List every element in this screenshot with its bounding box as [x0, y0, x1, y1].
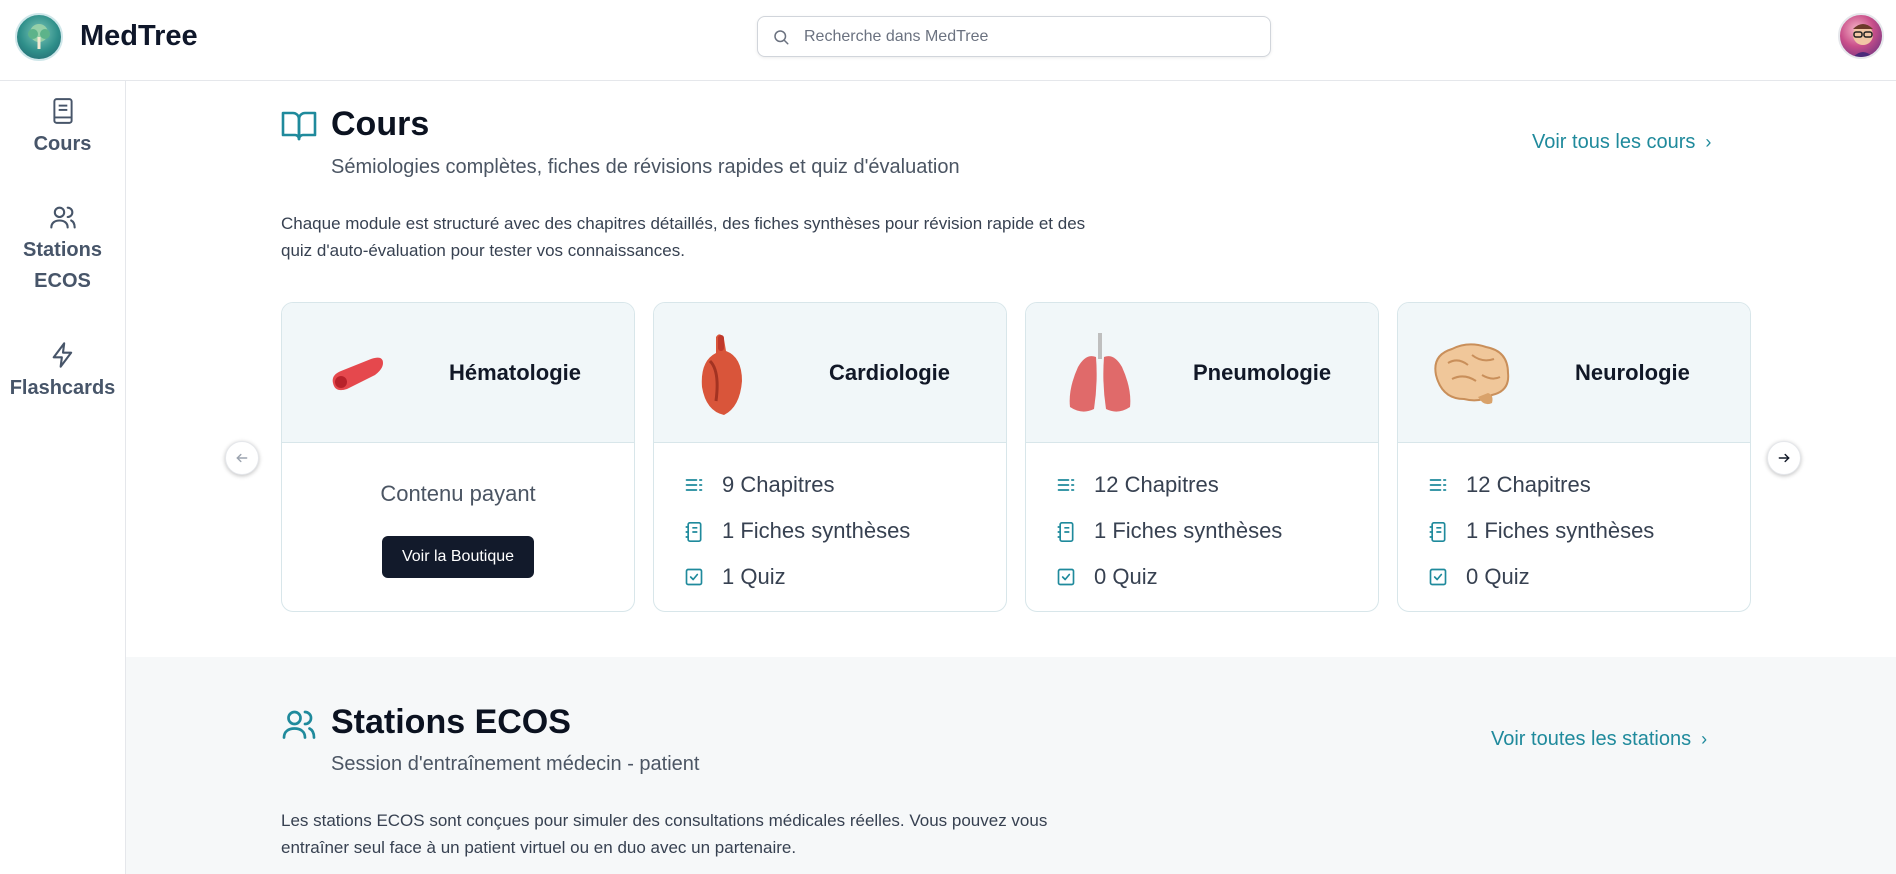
search-icon — [774, 30, 789, 45]
lungs-icon — [1069, 333, 1131, 412]
users-icon — [49, 206, 76, 229]
chapters-count: 9 Chapitres — [722, 472, 835, 497]
sheets-count: 1 Fiches synthèses — [1466, 518, 1655, 543]
arrow-right-icon — [1778, 453, 1790, 463]
course-card-hematologie[interactable]: Hématologie Contenu payant Voir la Bouti… — [281, 302, 635, 612]
sidebar-item-label: Flashcards — [9, 377, 116, 399]
course-card-cardiologie[interactable]: Cardiologie 9 Chapitres 1 Fiches synthès… — [653, 302, 1007, 612]
card-header: Pneumologie — [1026, 303, 1378, 443]
search-input[interactable] — [804, 25, 1254, 49]
chevron-right-icon: › — [1705, 132, 1712, 152]
card-title: Hématologie — [449, 360, 582, 385]
chapters-count: 12 Chapitres — [1466, 472, 1591, 497]
course-card-pneumologie[interactable]: Pneumologie 12 Chapitres 1 Fiches synthè… — [1025, 302, 1379, 612]
chapters-count: 12 Chapitres — [1094, 472, 1219, 497]
checkbox-icon — [1429, 568, 1447, 586]
red-blood-cell-icon — [332, 357, 383, 391]
ecos-subtitle: Session d'entraînement médecin - patient — [331, 753, 700, 775]
sidebar-item-cours[interactable]: Cours — [0, 97, 125, 160]
card-header: Neurologie — [1398, 303, 1750, 443]
cours-description-line: Chaque module est structuré avec des cha… — [281, 214, 1086, 233]
see-all-label: Voir tous les cours — [1532, 131, 1696, 153]
shop-button[interactable]: Voir la Boutique — [382, 536, 534, 578]
sheets-count: 1 Fiches synthèses — [1094, 518, 1283, 543]
user-avatar[interactable] — [1838, 13, 1884, 59]
see-all-label: Voir toutes les stations — [1491, 728, 1692, 750]
sidebar-item-flashcards[interactable]: Flashcards — [0, 341, 125, 404]
card-title: Neurologie — [1575, 360, 1690, 385]
ecos-description: Les stations ECOS sont conçues pour simu… — [281, 807, 1161, 861]
sheets-count: 1 Fiches synthèses — [722, 518, 911, 543]
checkbox-icon — [1057, 568, 1075, 586]
course-card-neurologie[interactable]: Neurologie 12 Chapitres 1 Fiches synthès… — [1397, 302, 1751, 612]
users-icon — [282, 710, 316, 739]
see-all-courses-link[interactable]: Voir tous les cours › — [1532, 131, 1711, 154]
card-title: Pneumologie — [1193, 360, 1332, 385]
sidebar-item-label: Cours — [33, 133, 92, 155]
notebook-icon — [685, 522, 702, 542]
brand-name[interactable]: MedTree — [80, 20, 198, 53]
ecos-title: Stations ECOS — [331, 703, 571, 741]
tree-logo-icon[interactable] — [15, 13, 63, 61]
sidebar: Cours Stations ECOS Flashcards — [0, 81, 126, 874]
list-icon — [1429, 479, 1447, 491]
list-icon — [1057, 479, 1075, 491]
see-all-stations-link[interactable]: Voir toutes les stations › — [1491, 728, 1707, 751]
card-title: Cardiologie — [829, 360, 951, 385]
search-bar[interactable] — [757, 16, 1271, 57]
sidebar-item-stations-ecos[interactable]: Stations ECOS — [0, 203, 125, 297]
arrow-left-icon — [236, 453, 248, 463]
notebook-icon — [1057, 522, 1074, 542]
quiz-count: 0 Quiz — [1466, 564, 1530, 589]
checkbox-icon — [685, 568, 703, 586]
card-header: Cardiologie — [654, 303, 1006, 443]
cours-description-line: quiz d'auto-évaluation pour tester vos c… — [281, 241, 685, 260]
open-book-icon — [281, 111, 317, 141]
paid-content-label: Contenu payant — [380, 481, 536, 506]
carousel-prev-button[interactable] — [225, 441, 259, 475]
sidebar-item-label: Stations ECOS — [23, 239, 102, 292]
ecos-description-line: entraîner seul face à un patient virtuel… — [281, 838, 797, 857]
cours-description: Chaque module est structuré avec des cha… — [281, 210, 1161, 264]
cours-title: Cours — [331, 105, 430, 143]
ecos-description-line: Les stations ECOS sont conçues pour simu… — [281, 811, 1048, 830]
heart-icon — [701, 334, 742, 415]
list-icon — [685, 479, 703, 491]
book-icon — [52, 98, 73, 124]
quiz-count: 0 Quiz — [1094, 564, 1158, 589]
notebook-icon — [1429, 522, 1446, 542]
cours-subtitle: Sémiologies complètes, fiches de révisio… — [331, 156, 960, 178]
main-content: Cours Sémiologies complètes, fiches de r… — [126, 81, 1896, 874]
brain-icon — [1434, 343, 1510, 405]
card-header: Hématologie — [282, 303, 634, 443]
chevron-right-icon: › — [1701, 729, 1708, 749]
top-bar: MedTree — [0, 0, 1896, 81]
quiz-count: 1 Quiz — [722, 564, 786, 589]
lightning-icon — [52, 342, 72, 368]
carousel-next-button[interactable] — [1767, 441, 1801, 475]
